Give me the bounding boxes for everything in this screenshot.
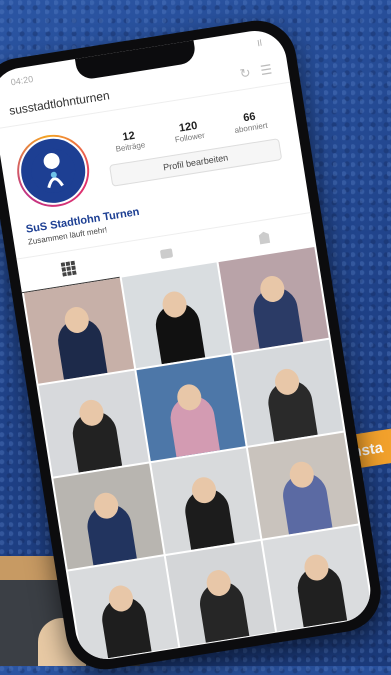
stat-following[interactable]: 66 abonniert bbox=[232, 109, 268, 135]
grid-icon bbox=[60, 260, 77, 277]
post-thumbnail[interactable] bbox=[38, 370, 149, 477]
igtv-icon bbox=[160, 248, 173, 259]
post-grid bbox=[22, 246, 375, 663]
menu-icon[interactable]: ☰ bbox=[259, 61, 273, 79]
post-thumbnail[interactable] bbox=[248, 432, 359, 539]
story-ring[interactable] bbox=[11, 129, 95, 213]
post-thumbnail[interactable] bbox=[53, 463, 164, 570]
history-icon[interactable]: ↻ bbox=[239, 65, 252, 83]
stat-followers[interactable]: 120 Follower bbox=[172, 119, 205, 145]
post-thumbnail[interactable] bbox=[233, 339, 344, 446]
stat-posts[interactable]: 12 Beiträge bbox=[113, 128, 146, 154]
post-thumbnail[interactable] bbox=[136, 355, 246, 462]
post-thumbnail[interactable] bbox=[218, 246, 329, 353]
club-logo-icon bbox=[31, 148, 76, 193]
post-thumbnail[interactable] bbox=[150, 448, 261, 555]
status-signal: Il bbox=[256, 37, 263, 49]
post-thumbnail[interactable] bbox=[23, 277, 134, 384]
phone-screen: 04:20 Il susstadtlohnturnen ↻ ☰ 12 Beitr… bbox=[0, 26, 375, 664]
phone-mockup: 04:20 Il susstadtlohnturnen ↻ ☰ 12 Beitr… bbox=[0, 14, 387, 675]
tagged-icon bbox=[259, 231, 271, 245]
post-thumbnail[interactable] bbox=[68, 556, 178, 663]
avatar bbox=[14, 131, 93, 210]
status-time: 04:20 bbox=[10, 73, 34, 88]
post-thumbnail[interactable] bbox=[262, 525, 373, 632]
post-thumbnail[interactable] bbox=[165, 540, 276, 647]
post-thumbnail[interactable] bbox=[121, 262, 232, 369]
